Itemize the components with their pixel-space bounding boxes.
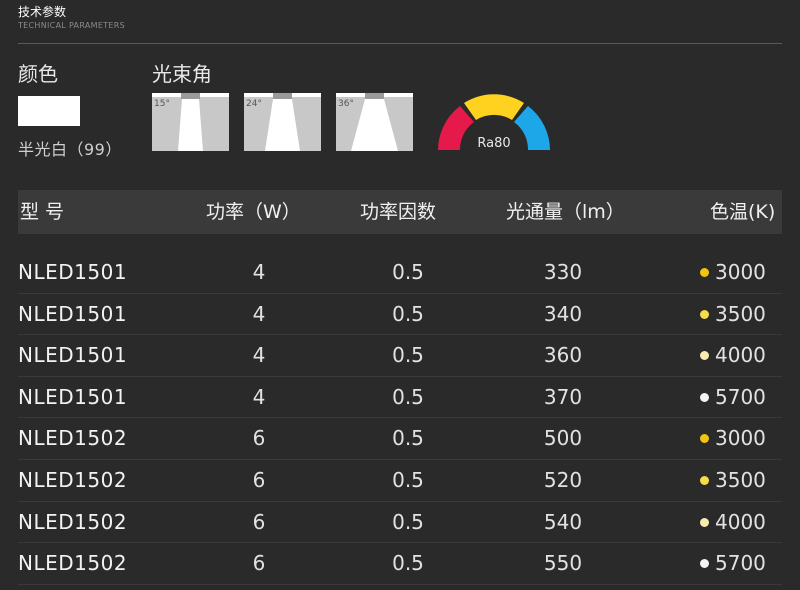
- cell-cct: 3500: [700, 294, 766, 335]
- cri-label: Ra80: [477, 136, 511, 151]
- cell-cct: 4000: [700, 502, 766, 543]
- cct-value: 4000: [715, 509, 766, 534]
- header-power-factor: 功率因数: [360, 201, 437, 223]
- beam-angle-15-icon: 15°: [152, 93, 229, 151]
- color-swatch: [18, 96, 80, 126]
- cell-power: 6: [252, 551, 266, 576]
- table-row: NLED1501 4 0.5 340 3500: [18, 294, 782, 336]
- cell-cct: 5700: [700, 543, 766, 584]
- cell-lumen: 370: [543, 384, 583, 409]
- header-lumen: 光通量（lm）: [506, 201, 625, 223]
- header-model: 型 号: [20, 201, 65, 223]
- cri-gauge: Ra80: [432, 88, 556, 158]
- cct-value: 5700: [715, 384, 766, 409]
- cell-model: NLED1501: [18, 301, 128, 326]
- table-row: NLED1502 6 0.5 540 4000: [18, 502, 782, 544]
- cell-lumen: 550: [543, 551, 583, 576]
- cell-model: NLED1502: [18, 467, 128, 492]
- cct-dot-icon: [700, 559, 709, 569]
- cri-segment-yellow: [464, 94, 524, 120]
- header-divider: [18, 43, 782, 44]
- cell-cct: 3500: [700, 460, 766, 501]
- cell-cct: 5700: [700, 377, 766, 418]
- cell-power-factor: 0.5: [392, 343, 424, 368]
- table-row: NLED1502 6 0.5 520 3500: [18, 460, 782, 502]
- cell-lumen: 500: [543, 426, 583, 451]
- cell-power: 4: [252, 301, 266, 326]
- cell-lumen: 360: [543, 343, 583, 368]
- cct-dot-icon: [700, 351, 709, 361]
- cell-lumen: 340: [543, 301, 583, 326]
- color-label: 颜色: [18, 62, 58, 86]
- section-header: 技术参数 TECHNICAL PARAMETERS: [18, 4, 125, 32]
- table-header: 型 号 功率（W） 功率因数 光通量（lm） 色温(K): [18, 190, 782, 234]
- cell-cct: 4000: [700, 335, 766, 376]
- cct-value: 3500: [715, 301, 766, 326]
- cct-dot-icon: [700, 268, 709, 277]
- cell-model: NLED1501: [18, 260, 128, 284]
- cell-model: NLED1501: [18, 343, 128, 368]
- cct-dot-icon: [700, 517, 709, 527]
- cct-dot-icon: [700, 434, 709, 444]
- table-row: NLED1501 4 0.5 330 3000: [18, 252, 782, 294]
- cct-dot-icon: [700, 309, 709, 319]
- cell-power: 6: [252, 426, 266, 451]
- table-row: NLED1502 6 0.5 500 3000: [18, 418, 782, 460]
- table-row: NLED1502 6 0.5 550 5700: [18, 543, 782, 585]
- cell-lumen: 540: [543, 509, 583, 534]
- cell-power-factor: 0.5: [392, 384, 424, 409]
- cell-cct: 3000: [700, 252, 766, 293]
- cell-power: 6: [252, 509, 266, 534]
- cell-power-factor: 0.5: [392, 509, 424, 534]
- section-subtitle: TECHNICAL PARAMETERS: [18, 21, 125, 30]
- cell-power: 6: [252, 467, 266, 492]
- beam-angle-36-icon: 36°: [336, 93, 413, 151]
- cct-value: 3000: [715, 260, 766, 284]
- header-cct: 色温(K): [710, 201, 776, 223]
- cct-value: 5700: [715, 551, 766, 576]
- cct-value: 3500: [715, 467, 766, 492]
- cell-model: NLED1502: [18, 426, 128, 451]
- color-name: 半光白（99）: [18, 140, 122, 159]
- cct-value: 4000: [715, 343, 766, 368]
- cell-power: 4: [252, 343, 266, 368]
- beam-angle-24-text: 24°: [246, 99, 262, 109]
- beam-angle-label: 光束角: [152, 62, 212, 86]
- cct-dot-icon: [700, 475, 709, 485]
- cell-lumen: 330: [543, 260, 583, 284]
- cell-lumen: 520: [543, 467, 583, 492]
- cell-power-factor: 0.5: [392, 551, 424, 576]
- cell-power-factor: 0.5: [392, 260, 424, 284]
- cell-cct: 3000: [700, 418, 766, 459]
- cell-model: NLED1502: [18, 551, 128, 576]
- cell-power: 4: [252, 260, 266, 284]
- table-row: NLED1501 4 0.5 370 5700: [18, 377, 782, 419]
- header-power: 功率（W）: [206, 201, 301, 223]
- cell-power: 4: [252, 384, 266, 409]
- cell-power-factor: 0.5: [392, 301, 424, 326]
- cell-model: NLED1502: [18, 509, 128, 534]
- table-row: NLED1501 4 0.5 360 4000: [18, 335, 782, 377]
- cct-dot-icon: [700, 392, 709, 402]
- section-title: 技术参数: [18, 5, 67, 19]
- cell-power-factor: 0.5: [392, 426, 424, 451]
- beam-angle-15-text: 15°: [154, 99, 170, 109]
- beam-angle-24-icon: 24°: [244, 93, 321, 151]
- table-body: NLED1501 4 0.5 330 3000 NLED1501 4 0.5 3…: [18, 252, 782, 585]
- beam-angle-36-text: 36°: [338, 99, 354, 109]
- cell-power-factor: 0.5: [392, 467, 424, 492]
- cell-model: NLED1501: [18, 384, 128, 409]
- cct-value: 3000: [715, 426, 766, 451]
